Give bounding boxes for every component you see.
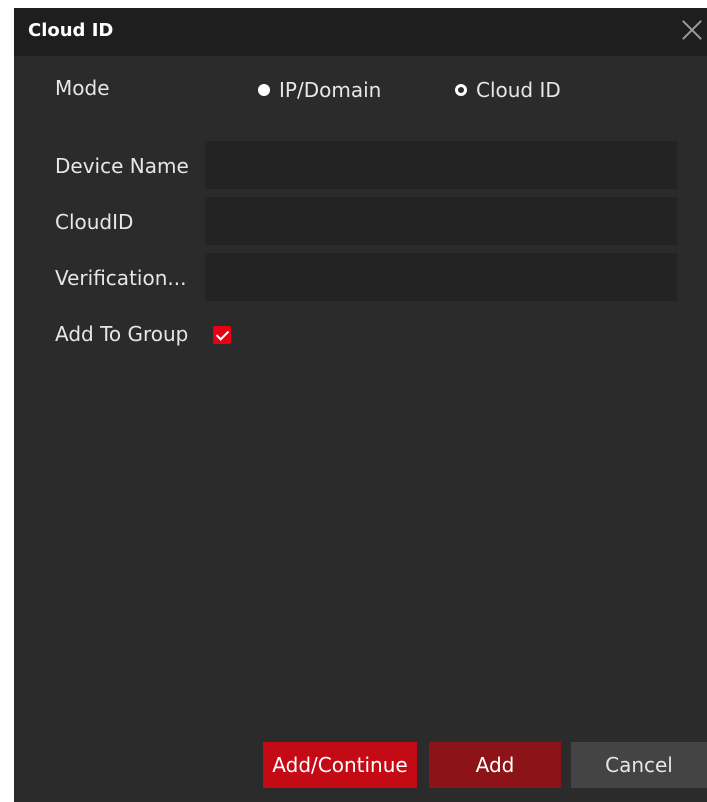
cloud-id-label: CloudID bbox=[55, 210, 134, 234]
radio-cloud-id[interactable]: Cloud ID bbox=[455, 78, 561, 102]
device-name-label: Device Name bbox=[55, 154, 189, 178]
radio-ip-domain[interactable]: IP/Domain bbox=[258, 78, 381, 102]
dialog-titlebar: Cloud ID bbox=[14, 8, 707, 56]
radio-ip-domain-label: IP/Domain bbox=[279, 78, 382, 102]
verification-label: Verification... bbox=[55, 266, 187, 290]
radio-unselected-icon bbox=[455, 84, 467, 96]
radio-selected-icon bbox=[258, 84, 270, 96]
add-button[interactable]: Add bbox=[429, 742, 561, 788]
verification-code-input[interactable] bbox=[205, 253, 677, 301]
radio-cloud-id-label: Cloud ID bbox=[476, 78, 561, 102]
device-name-input[interactable] bbox=[205, 141, 677, 189]
add-to-group-label: Add To Group bbox=[55, 322, 189, 346]
close-icon[interactable] bbox=[677, 16, 707, 46]
add-to-group-checkbox[interactable] bbox=[213, 326, 231, 344]
cancel-button[interactable]: Cancel bbox=[571, 742, 707, 788]
dialog-title: Cloud ID bbox=[28, 20, 114, 41]
cloud-id-input[interactable] bbox=[205, 197, 677, 245]
add-continue-button[interactable]: Add/Continue bbox=[263, 742, 417, 788]
mode-label: Mode bbox=[55, 76, 110, 100]
cloud-id-dialog: Cloud ID Mode IP/Domain Cloud ID Device … bbox=[14, 8, 707, 802]
